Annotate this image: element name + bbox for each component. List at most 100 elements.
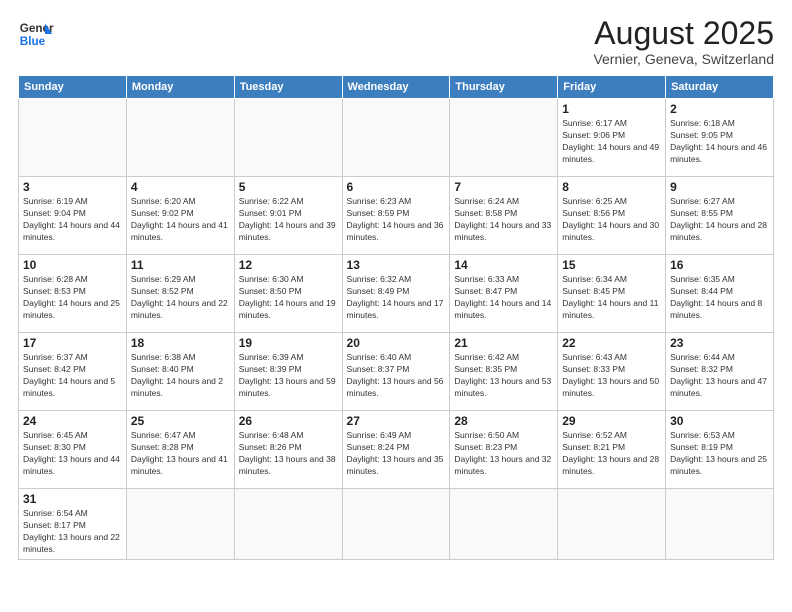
- calendar-cell: 3Sunrise: 6:19 AM Sunset: 9:04 PM Daylig…: [19, 177, 127, 255]
- day-info: Sunrise: 6:25 AM Sunset: 8:56 PM Dayligh…: [562, 196, 661, 244]
- day-info: Sunrise: 6:45 AM Sunset: 8:30 PM Dayligh…: [23, 430, 122, 478]
- calendar-cell: 24 Sunrise: 6:45 AM Sunset: 8:30 PM Dayli…: [19, 411, 127, 489]
- calendar-cell: 19 Sunrise: 6:39 AM Sunset: 8:39 PM Dayli…: [234, 333, 342, 411]
- calendar-cell: 7 Sunrise: 6:24 AM Sunset: 8:58 PM Daylig…: [450, 177, 558, 255]
- day-number: 26: [239, 414, 338, 428]
- calendar-cell: 11 Sunrise: 6:29 AM Sunset: 8:52 PM Dayli…: [126, 255, 234, 333]
- calendar-cell: [666, 489, 774, 560]
- calendar-cell: [450, 489, 558, 560]
- day-info: Sunrise: 6:48 AM Sunset: 8:26 PM Dayligh…: [239, 430, 338, 478]
- day-number: 25: [131, 414, 230, 428]
- calendar-title: August 2025: [593, 16, 774, 51]
- page-header: General Blue August 2025 Vernier, Geneva…: [18, 16, 774, 67]
- calendar-cell: 10Sunrise: 6:28 AM Sunset: 8:53 PM Dayli…: [19, 255, 127, 333]
- day-number: 4: [131, 180, 230, 194]
- day-info: Sunrise: 6:42 AM Sunset: 8:35 PM Dayligh…: [454, 352, 553, 400]
- day-number: 21: [454, 336, 553, 350]
- calendar-table: SundayMondayTuesdayWednesdayThursdayFrid…: [18, 75, 774, 560]
- calendar-cell: 18 Sunrise: 6:38 AM Sunset: 8:40 PM Dayli…: [126, 333, 234, 411]
- calendar-cell: [234, 99, 342, 177]
- day-info: Sunrise: 6:52 AM Sunset: 8:21 PM Dayligh…: [562, 430, 661, 478]
- day-info: Sunrise: 6:43 AM Sunset: 8:33 PM Dayligh…: [562, 352, 661, 400]
- day-number: 28: [454, 414, 553, 428]
- calendar-cell: 26 Sunrise: 6:48 AM Sunset: 8:26 PM Dayli…: [234, 411, 342, 489]
- logo-icon: General Blue: [18, 16, 54, 52]
- day-number: 13: [347, 258, 446, 272]
- day-info: Sunrise: 6:32 AM Sunset: 8:49 PM Dayligh…: [347, 274, 446, 322]
- calendar-header: SundayMondayTuesdayWednesdayThursdayFrid…: [19, 76, 774, 99]
- day-info: Sunrise: 6:33 AM Sunset: 8:47 PM Dayligh…: [454, 274, 553, 322]
- calendar-cell: 9 Sunrise: 6:27 AM Sunset: 8:55 PM Daylig…: [666, 177, 774, 255]
- calendar-cell: 29 Sunrise: 6:52 AM Sunset: 8:21 PM Dayli…: [558, 411, 666, 489]
- day-number: 6: [347, 180, 446, 194]
- day-info: Sunrise: 6:49 AM Sunset: 8:24 PM Dayligh…: [347, 430, 446, 478]
- day-number: 31: [23, 492, 122, 506]
- day-number: 16: [670, 258, 769, 272]
- day-number: 10: [23, 258, 122, 272]
- day-number: 7: [454, 180, 553, 194]
- day-number: 20: [347, 336, 446, 350]
- calendar-cell: 12 Sunrise: 6:30 AM Sunset: 8:50 PM Dayli…: [234, 255, 342, 333]
- day-number: 14: [454, 258, 553, 272]
- day-info: Sunrise: 6:47 AM Sunset: 8:28 PM Dayligh…: [131, 430, 230, 478]
- calendar-cell: 21 Sunrise: 6:42 AM Sunset: 8:35 PM Dayli…: [450, 333, 558, 411]
- svg-text:Blue: Blue: [20, 35, 46, 48]
- day-number: 9: [670, 180, 769, 194]
- calendar-cell: 28 Sunrise: 6:50 AM Sunset: 8:23 PM Dayli…: [450, 411, 558, 489]
- day-info: Sunrise: 6:29 AM Sunset: 8:52 PM Dayligh…: [131, 274, 230, 322]
- weekday-friday: Friday: [558, 76, 666, 99]
- calendar-subtitle: Vernier, Geneva, Switzerland: [593, 51, 774, 67]
- day-number: 12: [239, 258, 338, 272]
- calendar-cell: 6Sunrise: 6:23 AM Sunset: 8:59 PM Daylig…: [342, 177, 450, 255]
- calendar-cell: 22Sunrise: 6:43 AM Sunset: 8:33 PM Dayli…: [558, 333, 666, 411]
- day-info: Sunrise: 6:40 AM Sunset: 8:37 PM Dayligh…: [347, 352, 446, 400]
- day-info: Sunrise: 6:39 AM Sunset: 8:39 PM Dayligh…: [239, 352, 338, 400]
- day-info: Sunrise: 6:27 AM Sunset: 8:55 PM Dayligh…: [670, 196, 769, 244]
- calendar-cell: 27 Sunrise: 6:49 AM Sunset: 8:24 PM Dayli…: [342, 411, 450, 489]
- weekday-thursday: Thursday: [450, 76, 558, 99]
- day-info: Sunrise: 6:20 AM Sunset: 9:02 PM Dayligh…: [131, 196, 230, 244]
- week-row-1: 3Sunrise: 6:19 AM Sunset: 9:04 PM Daylig…: [19, 177, 774, 255]
- calendar-cell: 8Sunrise: 6:25 AM Sunset: 8:56 PM Daylig…: [558, 177, 666, 255]
- day-number: 1: [562, 102, 661, 116]
- weekday-tuesday: Tuesday: [234, 76, 342, 99]
- day-number: 19: [239, 336, 338, 350]
- calendar-cell: [234, 489, 342, 560]
- day-info: Sunrise: 6:53 AM Sunset: 8:19 PM Dayligh…: [670, 430, 769, 478]
- calendar-cell: 15Sunrise: 6:34 AM Sunset: 8:45 PM Dayli…: [558, 255, 666, 333]
- day-info: Sunrise: 6:24 AM Sunset: 8:58 PM Dayligh…: [454, 196, 553, 244]
- week-row-4: 24 Sunrise: 6:45 AM Sunset: 8:30 PM Dayli…: [19, 411, 774, 489]
- logo: General Blue: [18, 16, 54, 52]
- day-info: Sunrise: 6:34 AM Sunset: 8:45 PM Dayligh…: [562, 274, 661, 322]
- day-info: Sunrise: 6:54 AM Sunset: 8:17 PM Dayligh…: [23, 508, 122, 556]
- calendar-cell: 13 Sunrise: 6:32 AM Sunset: 8:49 PM Dayli…: [342, 255, 450, 333]
- day-number: 2: [670, 102, 769, 116]
- day-number: 27: [347, 414, 446, 428]
- day-info: Sunrise: 6:38 AM Sunset: 8:40 PM Dayligh…: [131, 352, 230, 400]
- day-info: Sunrise: 6:44 AM Sunset: 8:32 PM Dayligh…: [670, 352, 769, 400]
- day-number: 18: [131, 336, 230, 350]
- day-number: 24: [23, 414, 122, 428]
- day-number: 30: [670, 414, 769, 428]
- calendar-cell: 1 Sunrise: 6:17 AM Sunset: 9:06 PM Daylig…: [558, 99, 666, 177]
- day-info: Sunrise: 6:22 AM Sunset: 9:01 PM Dayligh…: [239, 196, 338, 244]
- day-number: 23: [670, 336, 769, 350]
- day-number: 11: [131, 258, 230, 272]
- calendar-cell: 16Sunrise: 6:35 AM Sunset: 8:44 PM Dayli…: [666, 255, 774, 333]
- week-row-2: 10Sunrise: 6:28 AM Sunset: 8:53 PM Dayli…: [19, 255, 774, 333]
- day-info: Sunrise: 6:30 AM Sunset: 8:50 PM Dayligh…: [239, 274, 338, 322]
- calendar-cell: [126, 489, 234, 560]
- calendar-cell: [558, 489, 666, 560]
- day-info: Sunrise: 6:37 AM Sunset: 8:42 PM Dayligh…: [23, 352, 122, 400]
- title-block: August 2025 Vernier, Geneva, Switzerland: [593, 16, 774, 67]
- calendar-cell: 31 Sunrise: 6:54 AM Sunset: 8:17 PM Dayli…: [19, 489, 127, 560]
- day-info: Sunrise: 6:17 AM Sunset: 9:06 PM Dayligh…: [562, 118, 661, 166]
- calendar-cell: 14 Sunrise: 6:33 AM Sunset: 8:47 PM Dayli…: [450, 255, 558, 333]
- day-info: Sunrise: 6:50 AM Sunset: 8:23 PM Dayligh…: [454, 430, 553, 478]
- calendar-cell: [126, 99, 234, 177]
- calendar-cell: 25 Sunrise: 6:47 AM Sunset: 8:28 PM Dayli…: [126, 411, 234, 489]
- day-number: 29: [562, 414, 661, 428]
- calendar-cell: [342, 99, 450, 177]
- calendar-cell: 4 Sunrise: 6:20 AM Sunset: 9:02 PM Daylig…: [126, 177, 234, 255]
- calendar-cell: 17Sunrise: 6:37 AM Sunset: 8:42 PM Dayli…: [19, 333, 127, 411]
